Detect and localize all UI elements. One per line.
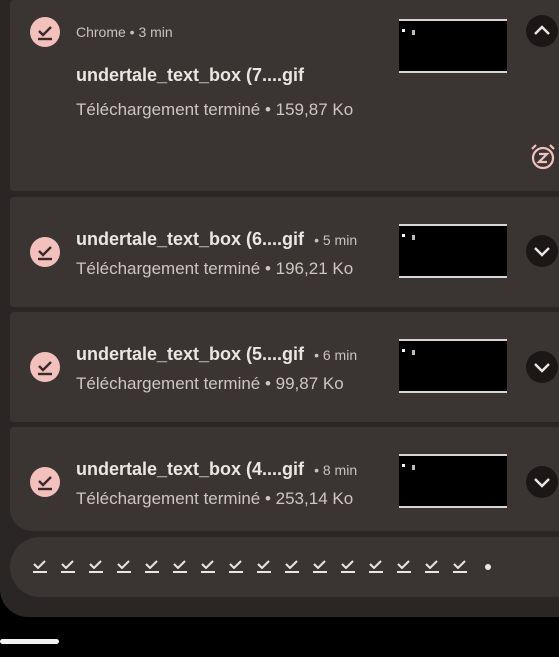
download-done-icon [30,467,60,497]
download-done-icon [201,560,215,573]
file-name-row: undertale_text_box (5....gif • 6 min [76,344,357,365]
gif-thumbnail [399,454,507,508]
notification-card[interactable]: Chrome • 3 min undertale_text_box (7....… [10,0,559,191]
file-name: undertale_text_box (7....gif [76,65,305,85]
file-name: undertale_text_box (5....gif [76,344,305,364]
notification-shade: Chrome • 3 min undertale_text_box (7....… [0,0,559,617]
expand-button[interactable] [526,351,558,383]
download-status: Téléchargement terminé • 253,14 Ko [76,489,354,508]
download-done-icon [173,560,187,573]
chevron-down-icon [534,247,550,257]
collapse-button[interactable] [526,15,558,47]
notification-card[interactable]: undertale_text_box (6....gif • 5 min Tél… [10,197,559,307]
download-done-icon [397,560,411,573]
download-done-icon [30,17,60,47]
gif-thumbnail [399,339,507,393]
time-label: • 6 min [314,347,358,363]
download-status: Téléchargement terminé • 196,21 Ko [76,259,354,278]
download-done-icon [229,560,243,573]
time-label: • 5 min [314,232,358,248]
chevron-down-icon [534,363,550,373]
home-gesture-handle[interactable] [0,639,59,644]
download-done-icon [425,560,439,573]
download-done-icon [61,560,75,573]
download-done-icon [313,560,327,573]
file-name-row: undertale_text_box (4....gif • 8 min [76,459,357,480]
file-name: undertale_text_box (6....gif [76,229,305,249]
download-done-icon [453,560,467,573]
download-done-icon [369,560,383,573]
chevron-down-icon [534,478,550,488]
app-and-time: Chrome • 3 min [76,24,173,40]
notification-card[interactable]: undertale_text_box (5....gif • 6 min Tél… [10,312,559,422]
download-done-icon [341,560,355,573]
gif-thumbnail [399,19,507,73]
more-indicator-dot [485,564,491,570]
download-done-icon [145,560,159,573]
snooze-button[interactable] [529,143,557,176]
download-done-icon [257,560,271,573]
gif-thumbnail [399,224,507,278]
file-name: undertale_text_box (4....gif [76,459,305,479]
download-status: Téléchargement terminé • 159,87 Ko [76,100,354,119]
collapsed-notifications-bar[interactable] [10,537,559,597]
download-status: Téléchargement terminé • 99,87 Ko [76,374,344,393]
download-done-icon [89,560,103,573]
download-done-icon [285,560,299,573]
download-done-icon [117,560,131,573]
expand-button[interactable] [526,235,558,267]
download-done-icon [30,352,60,382]
chevron-up-icon [534,25,550,35]
download-done-icon [33,560,47,573]
snooze-icon [531,144,555,170]
notification-card[interactable]: undertale_text_box (4....gif • 8 min Tél… [10,427,559,531]
expand-button[interactable] [526,466,558,498]
time-label: • 8 min [314,462,358,478]
file-name-row: undertale_text_box (6....gif • 5 min [76,229,357,250]
download-done-icon [30,237,60,267]
